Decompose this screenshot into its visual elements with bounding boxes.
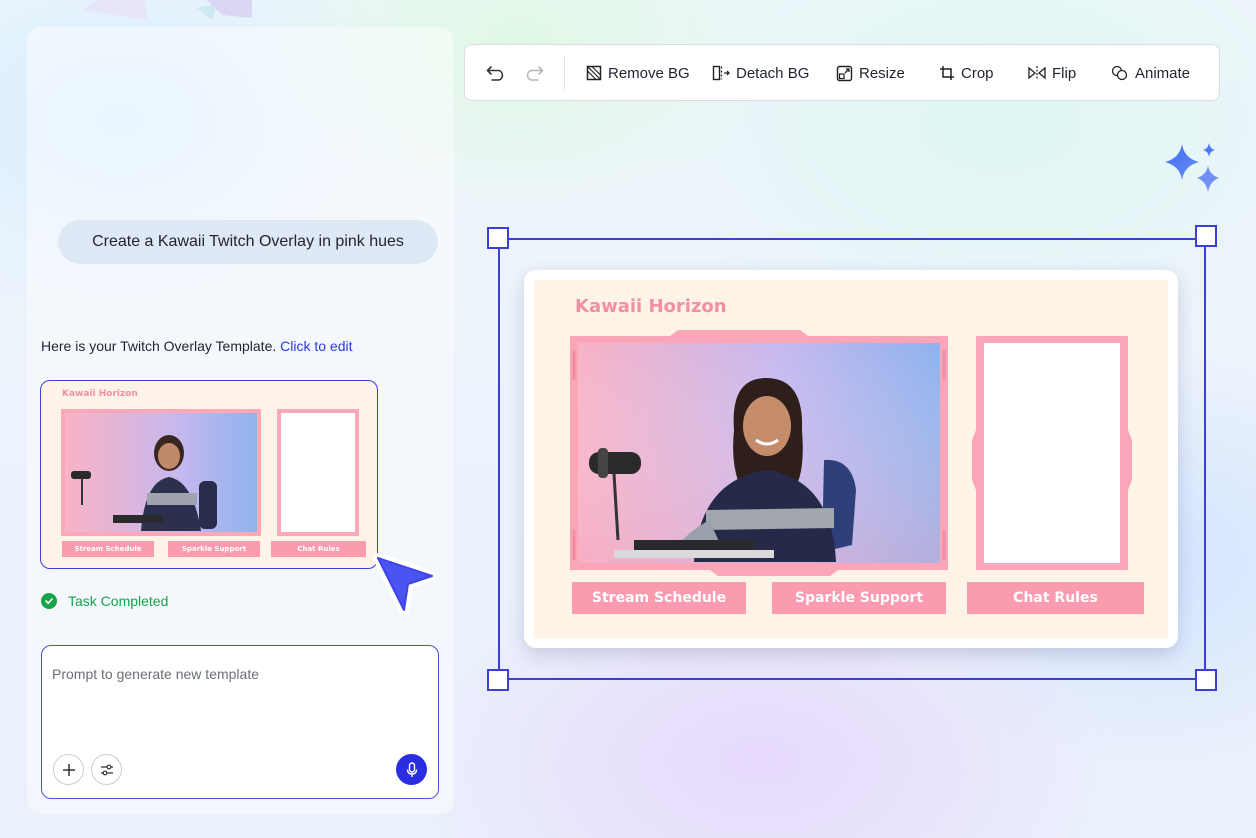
settings-button[interactable] [91, 754, 122, 785]
click-to-edit-link[interactable]: Click to edit [280, 338, 352, 354]
flip-button[interactable]: Flip [1028, 62, 1076, 84]
resize-handle-top-left[interactable] [487, 227, 509, 249]
animate-label: Animate [1135, 64, 1191, 82]
remove-bg-label: Remove BG [608, 64, 690, 82]
detach-bg-button[interactable]: Detach BG [712, 62, 809, 84]
overlay-canvas[interactable]: Kawaii Horizon Stream Schedule Sparkle S… [524, 270, 1178, 648]
remove-bg-button[interactable]: Remove BG [586, 62, 690, 84]
assistant-reply: Here is your Twitch Overlay Template. Cl… [41, 338, 353, 354]
overlay-label-sparkle-support: Sparkle Support [794, 590, 924, 606]
resize-label: Resize [859, 64, 905, 82]
undo-button[interactable] [485, 62, 507, 84]
plus-icon [62, 763, 75, 776]
detach-bg-label: Detach BG [736, 64, 810, 82]
redo-icon [526, 66, 544, 81]
flip-icon [1028, 66, 1046, 80]
task-status: Task Completed [41, 593, 168, 609]
prompt-composer [41, 645, 439, 799]
decorative-shape [82, 0, 252, 20]
task-status-text: Task Completed [68, 593, 169, 609]
resize-handle-bottom-right[interactable] [1195, 669, 1217, 691]
user-prompt-text: Create a Kawaii Twitch Overlay in pink h… [92, 233, 404, 250]
editor-toolbar: Remove BG Detach BG Resize Crop Flip Ani… [464, 44, 1220, 101]
thumb-label-chat-rules: Chat Rules [297, 545, 340, 553]
redo-button[interactable] [523, 62, 545, 84]
crop-icon [940, 66, 954, 80]
resize-handle-bottom-left[interactable] [487, 669, 509, 691]
resize-button[interactable]: Resize [836, 62, 905, 84]
template-thumbnail[interactable]: Kawaii Horizon Stream Schedule Sparkle S… [40, 380, 378, 569]
toolbar-divider [564, 57, 565, 90]
overlay-label-stream-schedule: Stream Schedule [591, 590, 727, 606]
thumb-label-stream-schedule: Stream Schedule [74, 545, 142, 553]
flip-label: Flip [1052, 64, 1077, 82]
overlay-background: Kawaii Horizon Stream Schedule Sparkle S… [534, 280, 1168, 638]
resize-icon [836, 65, 853, 81]
prompt-input[interactable] [42, 646, 438, 736]
animate-icon [1111, 65, 1128, 81]
cursor-pointer-icon [373, 553, 437, 615]
mic-button[interactable] [396, 754, 427, 785]
crop-button[interactable]: Crop [939, 62, 994, 84]
overlay-title: Kawaii Horizon [575, 296, 727, 317]
crop-label: Crop [961, 64, 994, 82]
remove-bg-icon [586, 65, 602, 81]
overlay-label-chat-rules: Chat Rules [1013, 590, 1098, 606]
sliders-icon [100, 764, 113, 775]
microphone-icon [406, 761, 417, 777]
resize-handle-top-right[interactable] [1195, 225, 1217, 247]
detach-bg-icon [712, 65, 730, 81]
animate-button[interactable]: Animate [1111, 62, 1190, 84]
add-button[interactable] [53, 754, 84, 785]
user-prompt-bubble: Create a Kawaii Twitch Overlay in pink h… [58, 220, 438, 264]
sparkle-icon [1165, 143, 1219, 192]
check-circle-icon [41, 593, 57, 609]
thumb-label-sparkle-support: Sparkle Support [181, 545, 247, 553]
undo-icon [486, 66, 504, 81]
reply-text: Here is your Twitch Overlay Template. [41, 338, 281, 354]
